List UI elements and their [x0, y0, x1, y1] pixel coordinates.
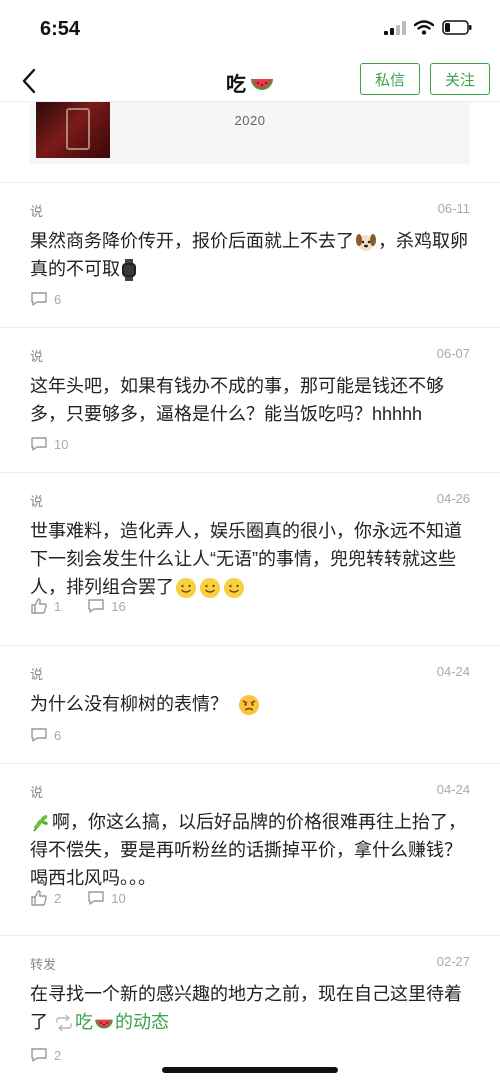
post-actions: 10: [30, 436, 68, 452]
comment-icon: [88, 891, 104, 905]
watch-emoji-icon: [121, 259, 137, 282]
comment-button[interactable]: 2: [30, 1047, 61, 1063]
status-bar: 6:54: [0, 0, 500, 60]
back-arrow-icon: [22, 68, 36, 94]
watermelon-icon: [94, 1015, 114, 1031]
smile-emoji-icon: [175, 577, 197, 599]
page-title: 吃: [0, 68, 500, 97]
wifi-icon: [414, 20, 434, 35]
year-marker: 2020: [234, 113, 266, 128]
signal-icon: [384, 20, 406, 35]
post-item[interactable]: 说 06-11 果然商务降价传开，报价后面就上不去了 ，杀鸡取卵真的不可取 6: [0, 182, 500, 327]
comment-icon: [31, 292, 47, 306]
home-indicator[interactable]: [162, 1067, 338, 1073]
repost-source-link[interactable]: 吃的动态: [75, 1012, 169, 1032]
like-icon: [31, 598, 47, 614]
comment-button[interactable]: 10: [30, 436, 68, 452]
status-time: 6:54: [40, 18, 81, 40]
post-item[interactable]: 说 04-24 为什么没有柳树的表情？ 6: [0, 645, 500, 763]
post-type: 说: [30, 204, 44, 219]
post-type: 转发: [30, 957, 57, 972]
post-actions: 1 16: [30, 597, 126, 615]
comment-count: 2: [54, 1047, 62, 1063]
post-actions: 2 10: [30, 889, 126, 907]
post-item[interactable]: 说 04-26 世事难料，造化弄人，娱乐圈真的很小，你永远不知道下一刻会发生什么…: [0, 472, 500, 645]
previous-post-thumbnail: [36, 102, 110, 158]
comment-button[interactable]: 6: [30, 291, 61, 307]
post-date: 06-11: [437, 201, 470, 216]
page-title-text: 吃: [226, 74, 246, 96]
comment-count: 6: [54, 727, 62, 743]
post-type: 说: [30, 667, 44, 682]
post-actions: 6: [30, 291, 61, 307]
post-text: 为什么没有柳树的表情？: [30, 690, 475, 718]
post-item[interactable]: 转发 02-27 在寻找一个新的感兴趣的地方之前，现在自己这里待着了 吃的动态 …: [0, 935, 500, 1063]
repost-icon: [54, 1015, 74, 1032]
like-icon: [31, 890, 47, 906]
comment-count: 10: [54, 436, 69, 452]
herb-emoji-icon: [31, 813, 51, 833]
comment-button[interactable]: 10: [87, 890, 126, 906]
comment-icon: [88, 599, 104, 613]
post-date: 06-07: [436, 346, 470, 361]
like-button[interactable]: 2: [30, 889, 61, 907]
comment-button[interactable]: 16: [87, 598, 126, 614]
post-text: 果然商务降价传开，报价后面就上不去了 ，杀鸡取卵真的不可取: [30, 227, 475, 283]
post-actions: 6: [30, 727, 61, 743]
battery-icon: [442, 20, 472, 35]
private-message-button[interactable]: 私信: [360, 63, 420, 95]
post-date: 02-27: [436, 954, 470, 969]
post-text: 这年头吧，如果有钱办不成的事，那可能是钱还不够多，只要够多，逼格是什么？能当饭吃…: [30, 376, 444, 424]
post-item[interactable]: 说 06-07 这年头吧，如果有钱办不成的事，那可能是钱还不够多，只要够多，逼格…: [0, 327, 500, 472]
comment-count: 6: [54, 291, 62, 307]
comment-count: 16: [111, 598, 126, 614]
post-text: 啊，你这么搞，以后好品牌的价格很难再往上抬了，得不偿失，要是再听粉丝的话撕掉平价…: [30, 812, 466, 888]
follow-button[interactable]: 关注: [430, 63, 490, 95]
post-date: 04-24: [436, 782, 470, 797]
back-button[interactable]: [14, 64, 44, 98]
nav-bar: 吃 私信 关注: [0, 60, 500, 102]
watermelon-icon: [251, 78, 273, 90]
status-icons: [384, 20, 472, 35]
smile-emoji-icon: [199, 577, 221, 599]
post-type: 说: [30, 494, 44, 509]
year-band: 2020: [0, 102, 500, 164]
post-date: 04-24: [436, 664, 470, 679]
post-feed: 说 06-11 果然商务降价传开，报价后面就上不去了 ，杀鸡取卵真的不可取 6 说…: [0, 182, 500, 1063]
post-date: 04-26: [436, 491, 470, 506]
comment-icon: [31, 437, 47, 451]
comment-button[interactable]: 6: [30, 727, 61, 743]
previous-post-card[interactable]: [30, 102, 470, 164]
post-text: 世事难料，造化弄人，娱乐圈真的很小，你永远不知道下一刻会发生什么让人“无语”的事…: [30, 517, 475, 601]
smile-emoji-icon: [223, 577, 245, 599]
post-type: 说: [30, 785, 44, 800]
comment-icon: [31, 1048, 47, 1062]
puppy-emoji-icon: [355, 232, 377, 252]
comment-count: 10: [111, 890, 126, 906]
like-count: 1: [54, 598, 62, 614]
like-button[interactable]: 1: [30, 597, 61, 615]
like-count: 2: [54, 890, 62, 906]
post-type: 说: [30, 349, 44, 364]
post-actions: 2: [30, 1047, 61, 1063]
angry-emoji-icon: [238, 694, 260, 716]
post-text: 在寻找一个新的感兴趣的地方之前，现在自己这里待着了 吃的动态: [30, 984, 462, 1032]
post-item[interactable]: 说 04-24 啊，你这么搞，以后好品牌的价格很难再往上抬了，得不偿失，要是再听…: [0, 763, 500, 935]
comment-icon: [31, 728, 47, 742]
